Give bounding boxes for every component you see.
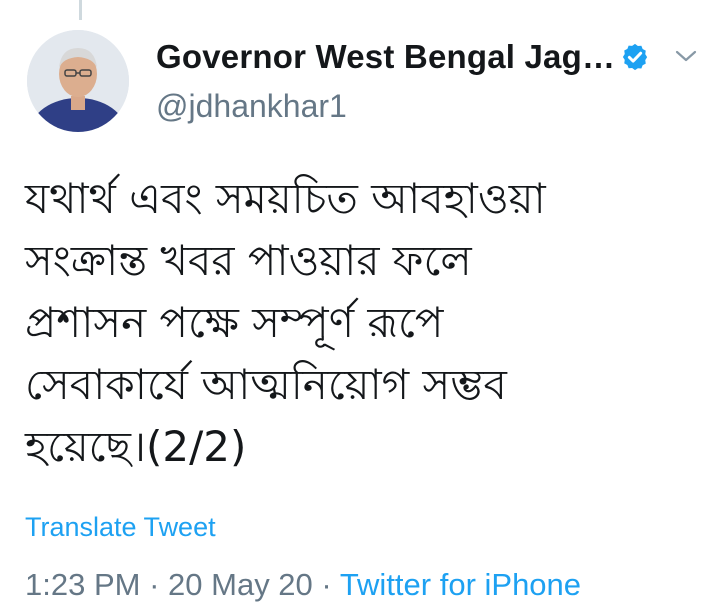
tweet-time[interactable]: 1:23 PM [25,567,140,602]
author-handle[interactable]: @jdhankhar1 [156,88,347,125]
tweet-text: যথার্থ এবং সময়চিত আবহাওয়া সংক্রান্ত খব… [25,174,546,471]
chevron-down-icon[interactable] [673,46,699,66]
verified-badge-icon [622,43,648,71]
tweet-source-link[interactable]: Twitter for iPhone [340,567,581,602]
meta-separator: · [321,567,332,602]
thread-connector-line [79,0,82,20]
avatar[interactable] [27,30,129,132]
meta-separator: · [149,567,160,602]
translate-tweet-link[interactable]: Translate Tweet [25,512,216,543]
author-display-name[interactable]: Governor West Bengal Jag… [156,38,615,76]
tweet-meta: 1:23 PM · 20 May 20 · Twitter for iPhone [25,567,581,603]
tweet-date[interactable]: 20 May 20 [168,567,313,602]
profile-photo-icon [27,30,129,132]
